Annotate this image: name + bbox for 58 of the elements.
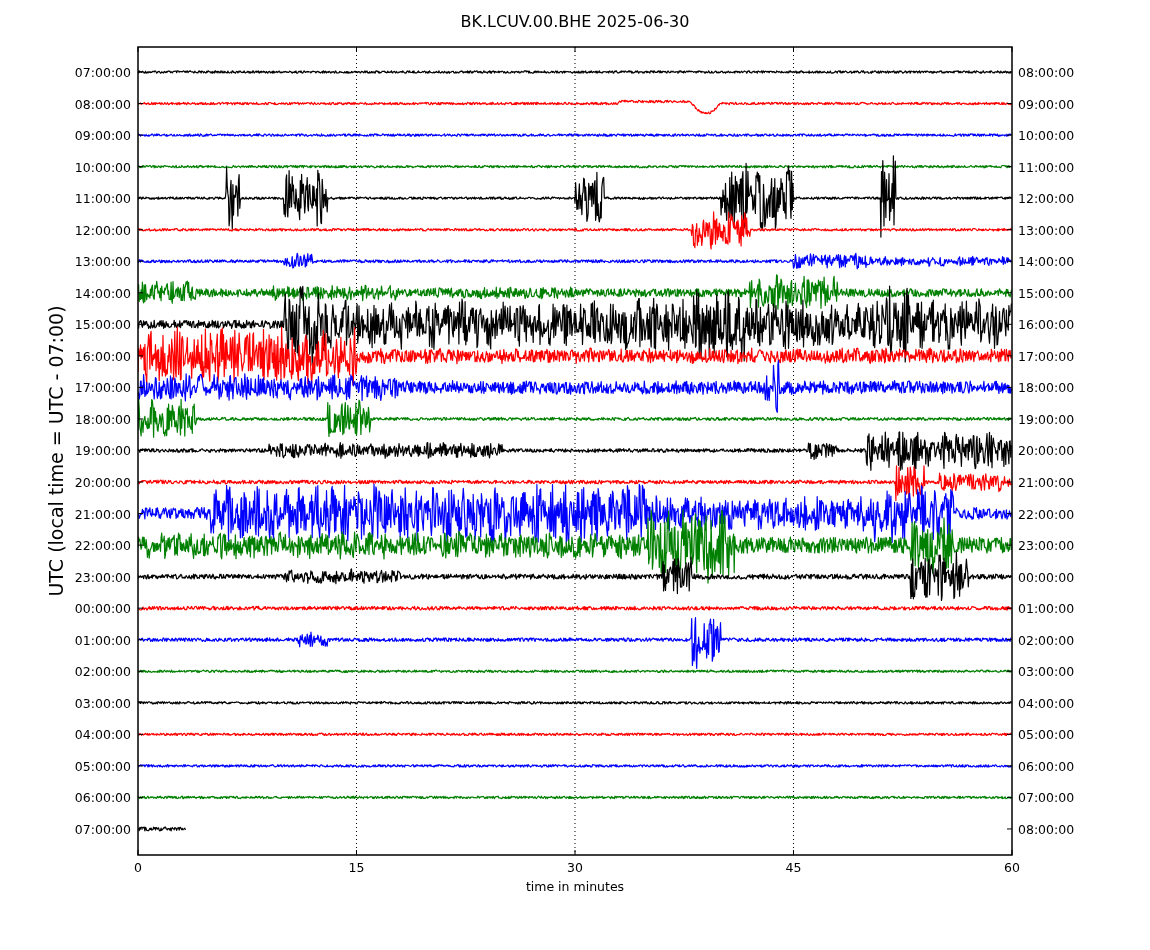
y-tick-label: 17:00:00 [74, 380, 131, 396]
y-tick-label: 16:00:00 [1018, 317, 1075, 333]
x-tick-label: 45 [785, 860, 802, 875]
x-tick-label: 0 [134, 860, 142, 875]
y-tick-label: 08:00:00 [1018, 821, 1075, 837]
y-tick-label: 02:00:00 [74, 664, 131, 680]
y-tick-label: 01:00:00 [1018, 601, 1075, 617]
y-tick-label: 03:00:00 [1018, 664, 1075, 680]
y-tick-label: 12:00:00 [1018, 191, 1075, 207]
chart-title: BK.LCUV.00.BHE 2025-06-30 [460, 12, 690, 31]
y-tick-label: 04:00:00 [1018, 695, 1075, 711]
y-tick-label: 18:00:00 [1018, 380, 1075, 396]
y-tick-label: 15:00:00 [74, 317, 131, 333]
y-tick-label: 11:00:00 [1018, 159, 1075, 175]
x-tick-label: 60 [1004, 860, 1020, 875]
y-tick-label: 10:00:00 [1018, 128, 1075, 144]
y-tick-label: 03:00:00 [74, 695, 131, 711]
y-tick-label: 22:00:00 [1018, 506, 1075, 522]
y-tick-label: 07:00:00 [74, 821, 131, 837]
y-tick-label: 06:00:00 [74, 790, 131, 806]
y-tick-label: 14:00:00 [1018, 254, 1075, 270]
y-tick-label: 20:00:00 [74, 475, 131, 490]
y-tick-label: 07:00:00 [1018, 790, 1075, 806]
y-tick-label: 18:00:00 [74, 411, 131, 427]
y-tick-label: 23:00:00 [74, 569, 131, 585]
y-tick-label: 20:00:00 [1018, 443, 1075, 459]
y-tick-label: 13:00:00 [1018, 222, 1075, 238]
y-tick-label: 05:00:00 [74, 758, 131, 774]
y-tick-label: 19:00:00 [74, 443, 131, 459]
y-tick-label: 00:00:00 [74, 601, 131, 617]
x-tick-label: 15 [348, 860, 365, 875]
y-tick-label: 15:00:00 [1018, 285, 1075, 301]
y-tick-label: 10:00:00 [74, 159, 131, 175]
x-tick-label: 30 [567, 860, 583, 875]
y-tick-label: 08:00:00 [74, 96, 131, 112]
y-tick-label: 19:00:00 [1018, 411, 1075, 427]
y-tick-label: 09:00:00 [74, 128, 131, 144]
y-tick-label: 22:00:00 [74, 538, 131, 554]
y-tick-label: 07:00:00 [74, 65, 131, 80]
y-tick-label: 13:00:00 [74, 254, 131, 270]
y-tick-label: 02:00:00 [1018, 632, 1075, 648]
y-tick-label: 21:00:00 [1018, 475, 1075, 490]
y-tick-label: 09:00:00 [1018, 96, 1075, 112]
y-tick-label: 21:00:00 [74, 506, 131, 522]
y-tick-label: 23:00:00 [1018, 538, 1075, 554]
y-tick-label: 14:00:00 [74, 285, 131, 301]
y-tick-label: 16:00:00 [74, 348, 131, 364]
y-tick-label: 08:00:00 [1018, 65, 1075, 80]
y-tick-label: 06:00:00 [1018, 758, 1075, 774]
y-tick-label: 05:00:00 [1018, 727, 1075, 743]
y-tick-label: 00:00:00 [1018, 569, 1075, 585]
y-tick-label: 17:00:00 [1018, 348, 1075, 364]
y-tick-label: 11:00:00 [74, 191, 131, 207]
y-tick-label: 01:00:00 [74, 632, 131, 648]
y-axis-title: UTC (local time = UTC - 07:00) [45, 305, 67, 597]
x-axis-title: time in minutes [525, 879, 625, 894]
y-tick-label: 12:00:00 [74, 222, 131, 238]
y-tick-label: 04:00:00 [74, 727, 131, 743]
